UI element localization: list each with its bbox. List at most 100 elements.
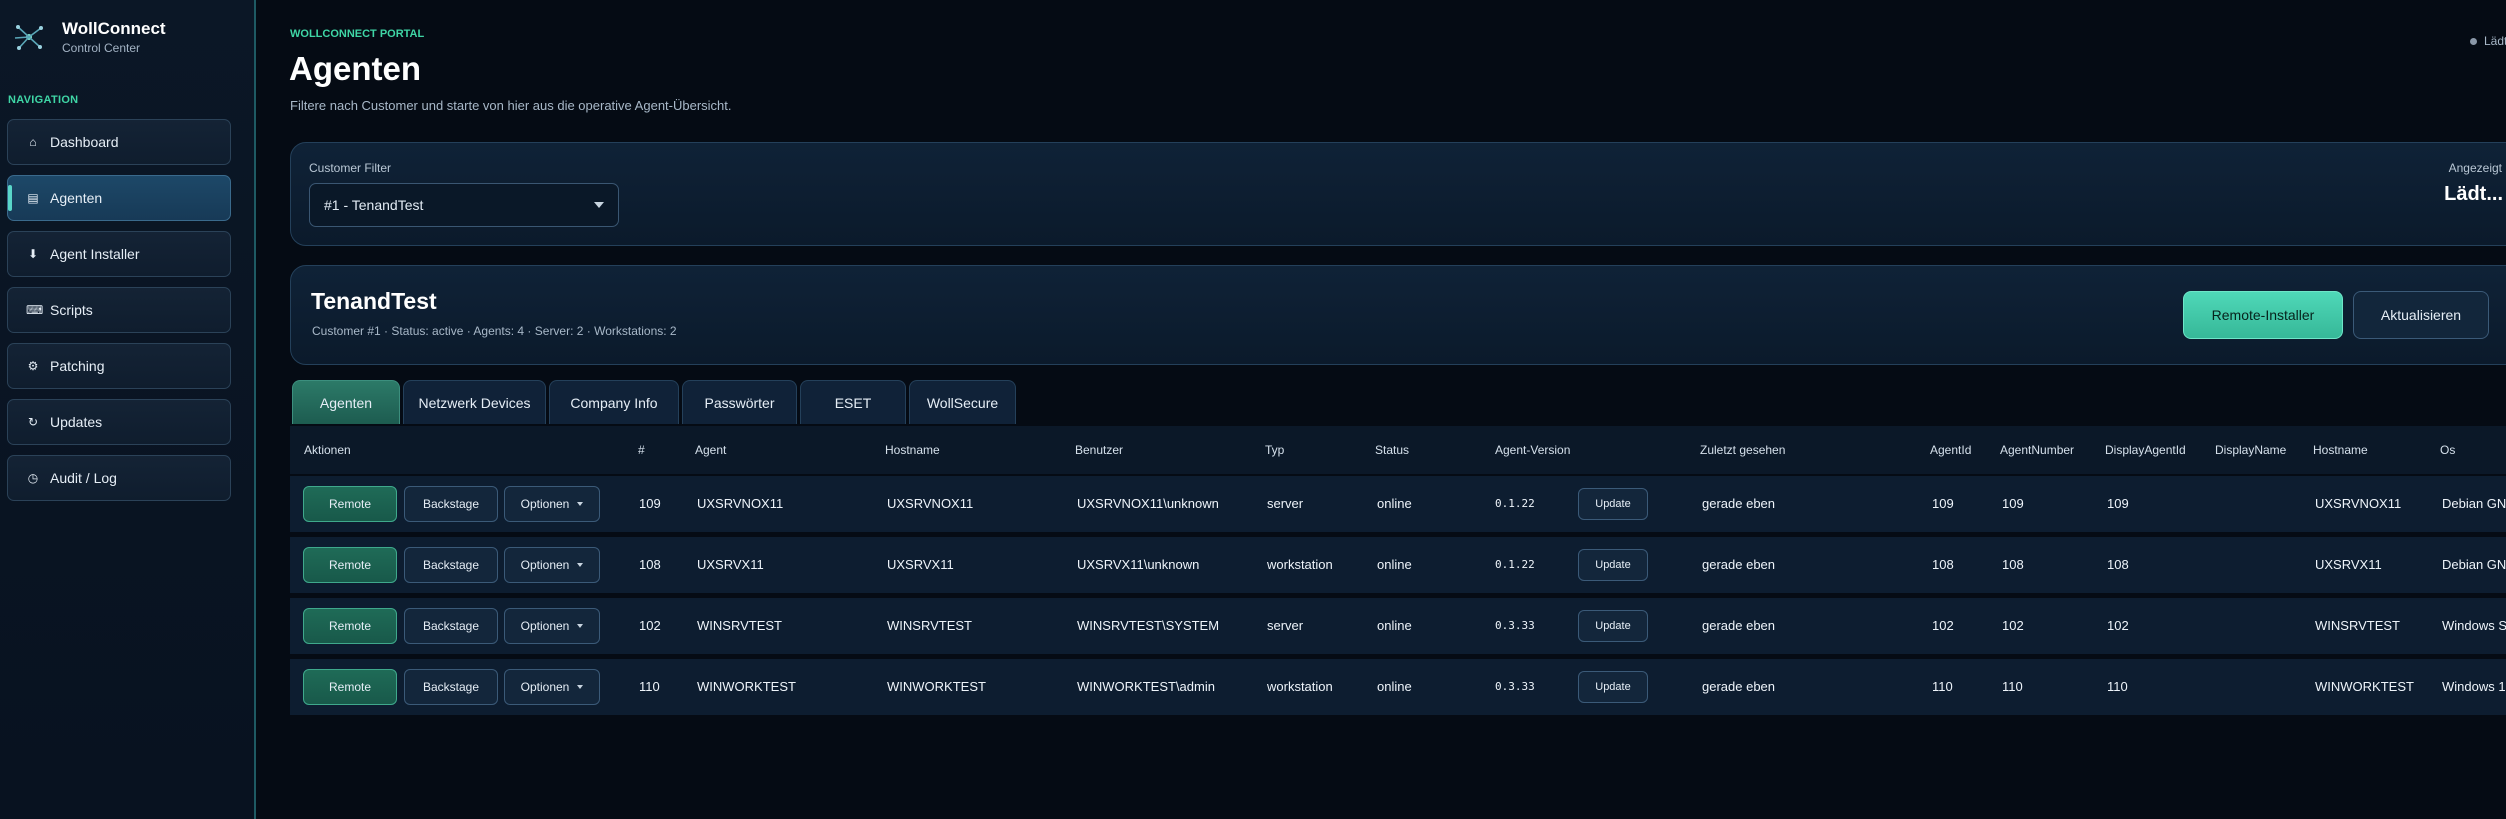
- remote-button[interactable]: Remote: [303, 486, 397, 522]
- column-header: Hostname: [885, 443, 940, 457]
- sidebar-item-audit-log[interactable]: ◷ Audit / Log: [7, 455, 231, 501]
- cell-display-agent-id: 110: [2107, 679, 2128, 694]
- update-button[interactable]: Update: [1578, 488, 1648, 520]
- options-dropdown-button[interactable]: Optionen: [504, 669, 600, 705]
- sidebar-item-updates[interactable]: ↻ Updates: [7, 399, 231, 445]
- tab-agenten[interactable]: Agenten: [292, 380, 400, 424]
- cell-os: Debian GN: [2442, 496, 2506, 511]
- cell-num: 108: [639, 557, 661, 572]
- tab-company-info[interactable]: Company Info: [549, 380, 679, 424]
- cell-agent: WINWORKTEST: [697, 679, 796, 694]
- sidebar-item-agent-installer[interactable]: ⬇ Agent Installer: [7, 231, 231, 277]
- sidebar-item-patching[interactable]: ⚙ Patching: [7, 343, 231, 389]
- home-icon: ⌂: [29, 135, 37, 149]
- download-icon: ⬇: [27, 247, 39, 261]
- sidebar-item-label: Updates: [50, 414, 103, 430]
- sidebar: WollConnect Control Center NAVIGATION ⌂ D…: [0, 0, 256, 819]
- sidebar-item-label: Patching: [50, 358, 105, 374]
- status-dot-icon: [2470, 38, 2477, 46]
- cell-user: UXSRVX11\unknown: [1077, 557, 1200, 572]
- cell-status: online: [1377, 496, 1412, 511]
- tab-netzwerk-devices[interactable]: Netzwerk Devices: [403, 380, 546, 424]
- update-button[interactable]: Update: [1578, 549, 1648, 581]
- brand[interactable]: WollConnect Control Center: [12, 18, 166, 56]
- refresh-button[interactable]: Aktualisieren: [2353, 291, 2489, 339]
- sidebar-item-agenten[interactable]: ▤ Agenten: [7, 175, 231, 221]
- page-title: Agenten: [289, 50, 421, 87]
- options-label: Optionen: [520, 680, 570, 694]
- cell-version: 0.1.22: [1495, 558, 1535, 571]
- cell-num: 110: [639, 679, 660, 694]
- column-header: Aktionen: [304, 443, 351, 457]
- cell-agent-id: 110: [1932, 679, 1953, 694]
- cell-agent-number: 108: [2002, 557, 2024, 572]
- loading-indicator: Lädt: [2470, 34, 2506, 48]
- cell-type: server: [1267, 618, 1304, 633]
- remote-button[interactable]: Remote: [303, 547, 397, 583]
- customer-filter-select[interactable]: #1 - TenandTest: [309, 183, 619, 227]
- options-dropdown-button[interactable]: Optionen: [504, 486, 600, 522]
- table-row: Remote Backstage Optionen 110 WINWORKTEST WIN…: [290, 659, 2506, 715]
- customer-filter-label: Customer Filter: [309, 161, 392, 175]
- column-header: #: [638, 443, 645, 457]
- column-header: Status: [1375, 443, 1410, 457]
- cell-agent: UXSRVNOX11: [697, 496, 784, 511]
- cell-agent: WINSRVTEST: [697, 618, 782, 633]
- sidebar-item-dashboard[interactable]: ⌂ Dashboard: [7, 119, 231, 165]
- cell-last-seen: gerade eben: [1702, 679, 1776, 694]
- remote-installer-button[interactable]: Remote-Installer: [2183, 291, 2343, 339]
- page-subtitle: Filtere nach Customer und starte von hie…: [290, 98, 732, 113]
- remote-button[interactable]: Remote: [303, 608, 397, 644]
- column-header: Hostname: [2313, 443, 2368, 457]
- tab-passwörter[interactable]: Passwörter: [682, 380, 797, 424]
- table-row: Remote Backstage Optionen 108 UXSRVX11 UXSRVX…: [290, 537, 2506, 593]
- cell-agent-number: 109: [2002, 496, 2024, 511]
- backstage-button[interactable]: Backstage: [404, 608, 498, 644]
- cell-version: 0.3.33: [1495, 619, 1535, 632]
- cell-user: UXSRVNOX11\unknown: [1077, 496, 1219, 511]
- sidebar-item-label: Agenten: [50, 190, 103, 206]
- sidebar-item-scripts[interactable]: ⌨ Scripts: [7, 287, 231, 333]
- brand-title: WollConnect: [62, 19, 166, 38]
- column-header: Benutzer: [1075, 443, 1124, 457]
- options-dropdown-button[interactable]: Optionen: [504, 547, 600, 583]
- logo-icon: [14, 25, 43, 50]
- cell-agent-number: 102: [2002, 618, 2024, 633]
- cell-num: 109: [639, 496, 661, 511]
- cell-hostname2: WINWORKTEST: [2315, 679, 2414, 694]
- backstage-button[interactable]: Backstage: [404, 486, 498, 522]
- sidebar-item-label: Scripts: [50, 302, 93, 318]
- cell-last-seen: gerade eben: [1702, 618, 1776, 633]
- column-header: AgentId: [1930, 443, 1972, 457]
- update-button[interactable]: Update: [1578, 671, 1648, 703]
- cell-last-seen: gerade eben: [1702, 496, 1776, 511]
- options-label: Optionen: [520, 558, 570, 572]
- options-label: Optionen: [520, 497, 570, 511]
- cell-version: 0.3.33: [1495, 680, 1535, 693]
- column-header: AgentNumber: [2000, 443, 2075, 457]
- cell-user: WINSRVTEST\SYSTEM: [1077, 618, 1220, 633]
- options-dropdown-button[interactable]: Optionen: [504, 608, 600, 644]
- cell-status: online: [1377, 679, 1412, 694]
- loading-text: Lädt: [2484, 34, 2506, 48]
- remote-button[interactable]: Remote: [303, 669, 397, 705]
- chevron-down-icon: [577, 502, 584, 506]
- customer-filter-value: #1 - TenandTest: [324, 197, 424, 213]
- cell-type: server: [1267, 496, 1304, 511]
- column-header: Agent: [695, 443, 727, 457]
- tab-wollsecure[interactable]: WollSecure: [909, 380, 1016, 424]
- backstage-button[interactable]: Backstage: [404, 547, 498, 583]
- tab-eset[interactable]: ESET: [800, 380, 906, 424]
- column-header: Typ: [1265, 443, 1285, 457]
- table-row: Remote Backstage Optionen 102 WINSRVTEST WINS…: [290, 598, 2506, 654]
- agents-icon: ▤: [27, 191, 39, 205]
- customer-meta: Customer #1 · Status: active · Agents: 4…: [312, 324, 677, 338]
- cell-agent-id: 108: [1932, 557, 1954, 572]
- update-button[interactable]: Update: [1578, 610, 1648, 642]
- cell-status: online: [1377, 557, 1412, 572]
- chevron-down-icon: [577, 624, 584, 628]
- shown-count-label: Angezeigt: [2448, 161, 2502, 175]
- sidebar-item-label: Dashboard: [50, 134, 119, 150]
- backstage-button[interactable]: Backstage: [404, 669, 498, 705]
- keyboard-icon: ⌨: [26, 303, 44, 317]
